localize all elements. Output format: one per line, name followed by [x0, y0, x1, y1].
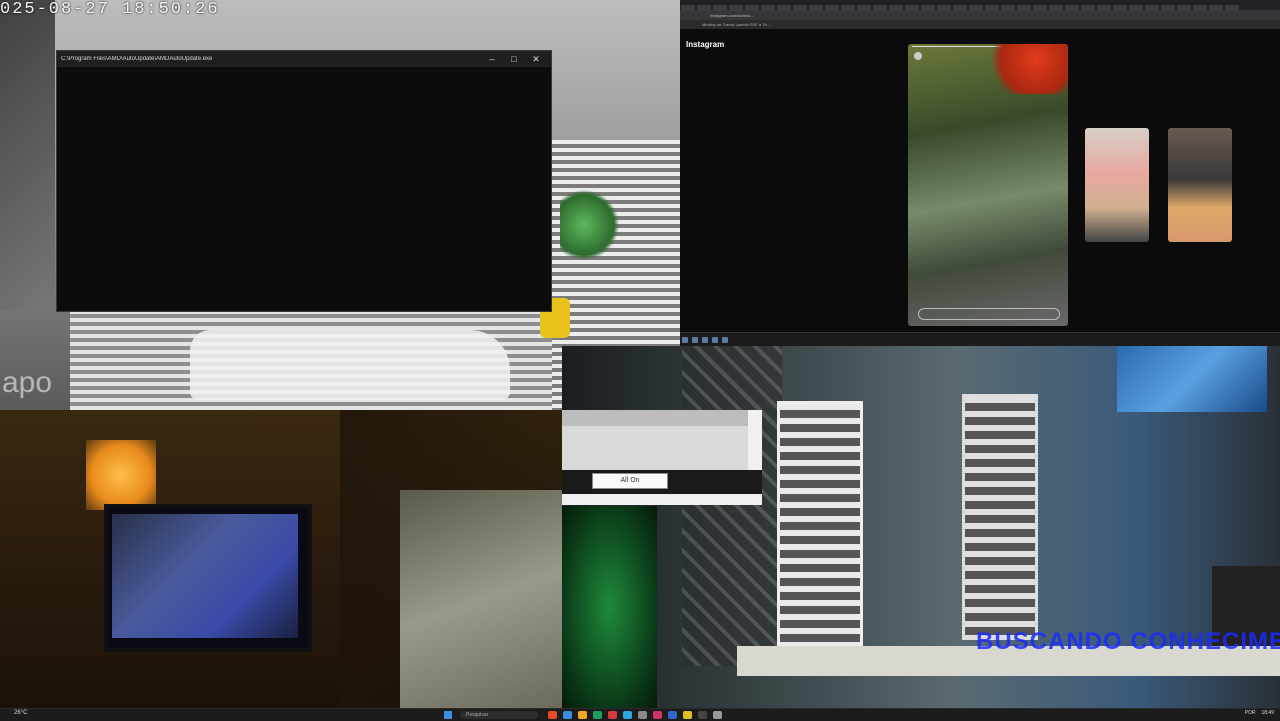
console-titlebar[interactable]: C:\Program Files\AMD\AutoUpdate\AMDAutoU… — [57, 51, 551, 67]
browser-tab[interactable] — [1193, 5, 1207, 11]
browser-tab[interactable] — [1097, 5, 1111, 11]
app-icon — [702, 337, 708, 343]
instagram-logo[interactable]: Instagram — [686, 40, 724, 49]
dialog-body — [562, 426, 748, 470]
browser-tab[interactable] — [681, 5, 695, 11]
taskbar-app-icon[interactable] — [668, 711, 677, 719]
app-icon — [722, 337, 728, 343]
url-text[interactable]: instagram.com/stories/... — [710, 13, 754, 18]
browser-tab[interactable] — [809, 5, 823, 11]
console-title: C:\Program Files\AMD\AutoUpdate\AMDAutoU… — [61, 56, 213, 62]
browser-tab[interactable] — [825, 5, 839, 11]
stream-overlay-text: BUSCANDO CONHECIMENT — [976, 628, 1280, 655]
taskbar-app-icon[interactable] — [563, 711, 572, 719]
story-viewer[interactable] — [908, 44, 1068, 326]
browser-tab[interactable] — [1209, 5, 1223, 11]
browser-tab[interactable] — [1017, 5, 1031, 11]
console-window[interactable]: C:\Program Files\AMD\AutoUpdate\AMDAutoU… — [56, 50, 552, 312]
wall-tv — [1117, 346, 1267, 412]
dialog-header — [562, 410, 748, 426]
parked-car — [190, 330, 510, 400]
browser-tab[interactable] — [793, 5, 807, 11]
browser-tab[interactable] — [713, 5, 727, 11]
remote-taskbar — [680, 332, 1280, 347]
start-button[interactable] — [444, 711, 452, 719]
taskbar-app-icon[interactable] — [578, 711, 587, 719]
avatar[interactable] — [914, 52, 922, 60]
system-tray: POR 18:49 — [1245, 710, 1274, 716]
browser-tab[interactable] — [889, 5, 903, 11]
browser-tab[interactable] — [697, 5, 711, 11]
taskbar-app-icon[interactable] — [623, 711, 632, 719]
browser-tab[interactable] — [1161, 5, 1175, 11]
browser-tab[interactable] — [1113, 5, 1127, 11]
language-indicator[interactable]: POR — [1245, 710, 1256, 716]
taskbar-app-icon[interactable] — [683, 711, 692, 719]
browser-tab[interactable] — [1033, 5, 1047, 11]
browser-tab[interactable] — [953, 5, 967, 11]
browser-tab[interactable] — [937, 5, 951, 11]
story-reply-input[interactable] — [918, 308, 1060, 320]
browser-tab-strip[interactable] — [680, 0, 1280, 11]
taskbar-search[interactable]: Pesquisar — [460, 711, 538, 719]
story-image-detail — [988, 44, 1068, 94]
browser-tab[interactable] — [1177, 5, 1191, 11]
story-thumbnail[interactable] — [1085, 128, 1149, 242]
camera-logo: apo — [2, 366, 53, 399]
taskbar-app-icon[interactable] — [653, 711, 662, 719]
browser-tab[interactable] — [921, 5, 935, 11]
browser-tab[interactable] — [1065, 5, 1079, 11]
browser-tab[interactable] — [1129, 5, 1143, 11]
taskbar-app-icon[interactable] — [608, 711, 617, 719]
taskbar-app-icon[interactable] — [638, 711, 647, 719]
browser-tab[interactable] — [1145, 5, 1159, 11]
minimize-button[interactable]: – — [481, 54, 503, 64]
browser-tab[interactable] — [969, 5, 983, 11]
browser-tab[interactable] — [1001, 5, 1015, 11]
all-on-button[interactable]: All On — [592, 473, 668, 489]
browser-tab[interactable] — [761, 5, 775, 11]
monitor-screen — [112, 514, 298, 638]
browser-tab[interactable] — [729, 5, 743, 11]
taskbar-apps — [548, 711, 722, 719]
taskbar-app-icon[interactable] — [698, 711, 707, 719]
wall — [0, 0, 55, 310]
browser-tab[interactable] — [985, 5, 999, 11]
camera-feed-studio — [0, 410, 562, 708]
picture-frame — [400, 490, 562, 708]
browser-tab[interactable] — [1081, 5, 1095, 11]
taskbar: 26°C Pesquisar POR 18:49 — [0, 708, 1280, 721]
weather-widget[interactable]: 26°C — [14, 710, 27, 716]
browser-tab[interactable] — [905, 5, 919, 11]
app-icon — [692, 337, 698, 343]
app-icon — [712, 337, 718, 343]
browser-tab[interactable] — [857, 5, 871, 11]
door — [777, 401, 863, 652]
taskbar-app-icon[interactable] — [713, 711, 722, 719]
plant — [560, 190, 620, 260]
clock[interactable]: 18:49 — [1261, 710, 1274, 716]
browser-tab[interactable] — [1049, 5, 1063, 11]
green-light — [562, 506, 657, 708]
bookmarks-bar[interactable]: Ministry de Transit Lamela PDF a Tri... — [680, 20, 1280, 29]
app-icon — [682, 337, 688, 343]
browser-window: instagram.com/stories/... Ministry de Tr… — [680, 0, 1280, 346]
graffiti-wall — [682, 346, 782, 666]
browser-tab[interactable] — [1225, 5, 1239, 11]
close-button[interactable]: ✕ — [525, 54, 547, 65]
browser-tab[interactable] — [777, 5, 791, 11]
dialog-window: All On — [562, 410, 762, 505]
story-thumbnail[interactable] — [1168, 128, 1232, 242]
browser-tab[interactable] — [873, 5, 887, 11]
lamp — [86, 440, 156, 510]
door — [962, 394, 1038, 640]
camera-timestamp: 025-08-27 18:50:26 — [0, 0, 220, 19]
browser-tab[interactable] — [841, 5, 855, 11]
taskbar-app-icon[interactable] — [593, 711, 602, 719]
address-bar[interactable]: instagram.com/stories/... — [680, 10, 1280, 20]
monitor — [104, 504, 312, 652]
taskbar-app-icon[interactable] — [548, 711, 557, 719]
browser-tab[interactable] — [745, 5, 759, 11]
maximize-button[interactable]: □ — [503, 54, 525, 64]
